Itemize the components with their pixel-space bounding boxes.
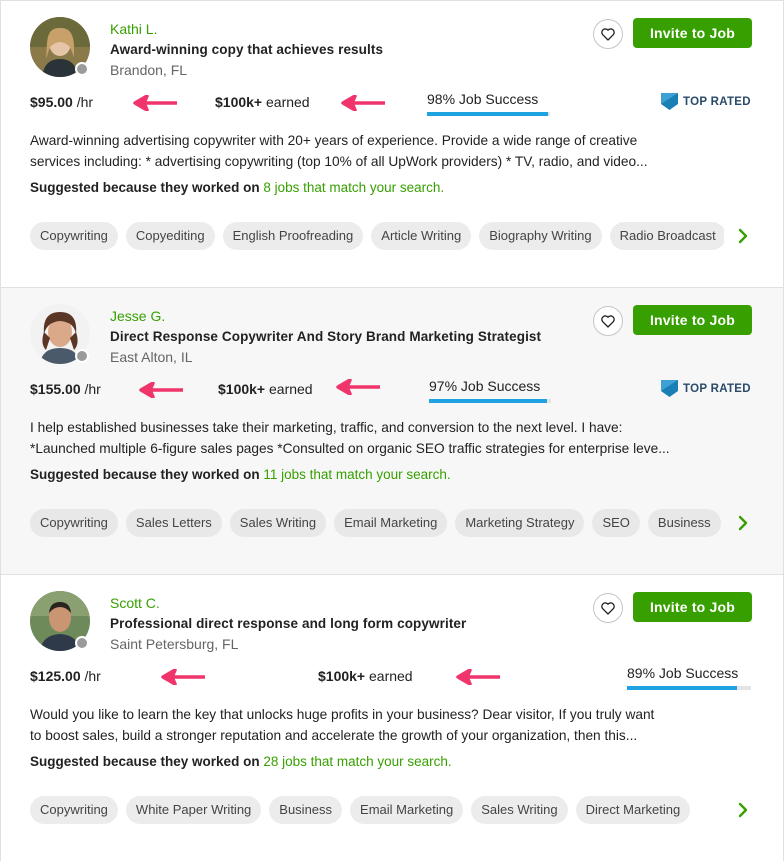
freelancer-title: Award-winning copy that achieves results: [110, 42, 384, 57]
skill-tag[interactable]: Sales Writing: [229, 509, 327, 537]
skill-tag[interactable]: White Paper Writing: [125, 796, 262, 824]
skill-tag[interactable]: Copywriting: [30, 796, 118, 824]
hourly-rate: $155.00 /hr: [30, 381, 101, 397]
skill-tag[interactable]: Copywriting: [30, 509, 118, 537]
freelancer-title: Professional direct response and long fo…: [110, 616, 467, 631]
total-earned: $100k+ earned: [318, 668, 413, 684]
skill-tag[interactable]: Biography Writing: [479, 222, 602, 250]
annotation-arrow: [341, 95, 385, 111]
freelancer-description: Award-winning advertising copywriter wit…: [30, 133, 648, 169]
job-success-bar: [627, 686, 751, 690]
freelancer-name[interactable]: Kathi L.: [110, 21, 157, 37]
chevron-right-icon[interactable]: [736, 802, 750, 818]
skill-tag[interactable]: Direct Marketing: [575, 796, 691, 824]
job-success-score: 97% Job Success: [429, 378, 541, 394]
skill-tag[interactable]: Copywriting: [30, 222, 118, 250]
skill-tag[interactable]: Email Marketing: [350, 796, 464, 824]
heart-icon: [601, 601, 615, 615]
online-status-dot: [75, 349, 89, 363]
matching-jobs-link[interactable]: 11 jobs that match your search.: [263, 467, 450, 482]
job-success-score: 89% Job Success: [627, 665, 739, 681]
skill-tag[interactable]: Marketing Strategy: [455, 509, 585, 537]
skill-tag[interactable]: SEO: [592, 509, 640, 537]
heart-icon: [601, 314, 615, 328]
heart-icon: [601, 27, 615, 41]
annotation-arrow: [133, 95, 177, 111]
freelancer-description: I help established businesses take their…: [30, 420, 670, 456]
freelancer-card: Kathi L. Award-winning copy that achieve…: [0, 0, 784, 287]
chevron-right-icon[interactable]: [736, 228, 750, 244]
job-success-score: 98% Job Success: [427, 91, 539, 107]
favorite-button[interactable]: [593, 19, 623, 49]
skill-tag[interactable]: Copyediting: [125, 222, 215, 250]
top-rated-icon: [661, 380, 678, 397]
invite-to-job-button[interactable]: Invite to Job: [633, 18, 752, 48]
invite-to-job-button[interactable]: Invite to Job: [633, 305, 752, 335]
skill-tag[interactable]: Business: [269, 796, 343, 824]
top-rated-badge: TOP RATED: [661, 93, 751, 110]
freelancer-card: Jesse G. Direct Response Copywriter And …: [0, 287, 784, 574]
online-status-dot: [75, 636, 89, 650]
skill-tag[interactable]: Sales Writing: [471, 796, 568, 824]
favorite-button[interactable]: [593, 593, 623, 623]
suggestion-note: Suggested because they worked on 28 jobs…: [30, 754, 452, 769]
skill-tag[interactable]: Article Writing: [371, 222, 472, 250]
online-status-dot: [75, 62, 89, 76]
skills-list: Copywriting Sales Letters Sales Writing Ema…: [30, 509, 724, 537]
annotation-arrow: [161, 669, 205, 685]
suggestion-note: Suggested because they worked on 11 jobs…: [30, 467, 451, 482]
hourly-rate: $125.00 /hr: [30, 668, 101, 684]
skill-tag[interactable]: Sales Letters: [125, 509, 222, 537]
invite-to-job-button[interactable]: Invite to Job: [633, 592, 752, 622]
top-rated-badge: TOP RATED: [661, 380, 751, 397]
freelancer-card: Scott C. Professional direct response an…: [0, 574, 784, 861]
skill-tag[interactable]: Radio Broadcast: [609, 222, 724, 250]
annotation-arrow: [336, 379, 380, 395]
total-earned: $100k+ earned: [218, 381, 313, 397]
chevron-right-icon[interactable]: [736, 515, 750, 531]
freelancer-location: East Alton, IL: [110, 349, 193, 365]
matching-jobs-link[interactable]: 28 jobs that match your search.: [263, 754, 451, 769]
suggestion-note: Suggested because they worked on 8 jobs …: [30, 180, 445, 195]
freelancer-location: Brandon, FL: [110, 62, 188, 78]
freelancer-name[interactable]: Scott C.: [110, 595, 160, 611]
skill-tag[interactable]: English Proofreading: [222, 222, 364, 250]
job-success-bar: [429, 399, 551, 403]
hourly-rate: $95.00 /hr: [30, 94, 94, 110]
skills-list: Copywriting Copyediting English Proofreadi…: [30, 222, 724, 250]
skill-tag[interactable]: Business: [647, 509, 721, 537]
freelancer-location: Saint Petersburg, FL: [110, 636, 239, 652]
skills-list: Copywriting White Paper Writing Business Em…: [30, 796, 724, 824]
freelancer-name[interactable]: Jesse G.: [110, 308, 165, 324]
top-rated-icon: [661, 93, 678, 110]
freelancer-description: Would you like to learn the key that unl…: [30, 707, 655, 743]
job-success-bar: [427, 112, 550, 116]
annotation-arrow: [456, 669, 500, 685]
matching-jobs-link[interactable]: 8 jobs that match your search.: [263, 180, 444, 195]
freelancer-title: Direct Response Copywriter And Story Bra…: [110, 329, 542, 344]
annotation-arrow: [139, 382, 183, 398]
skill-tag[interactable]: Email Marketing: [334, 509, 448, 537]
favorite-button[interactable]: [593, 306, 623, 336]
total-earned: $100k+ earned: [215, 94, 310, 110]
